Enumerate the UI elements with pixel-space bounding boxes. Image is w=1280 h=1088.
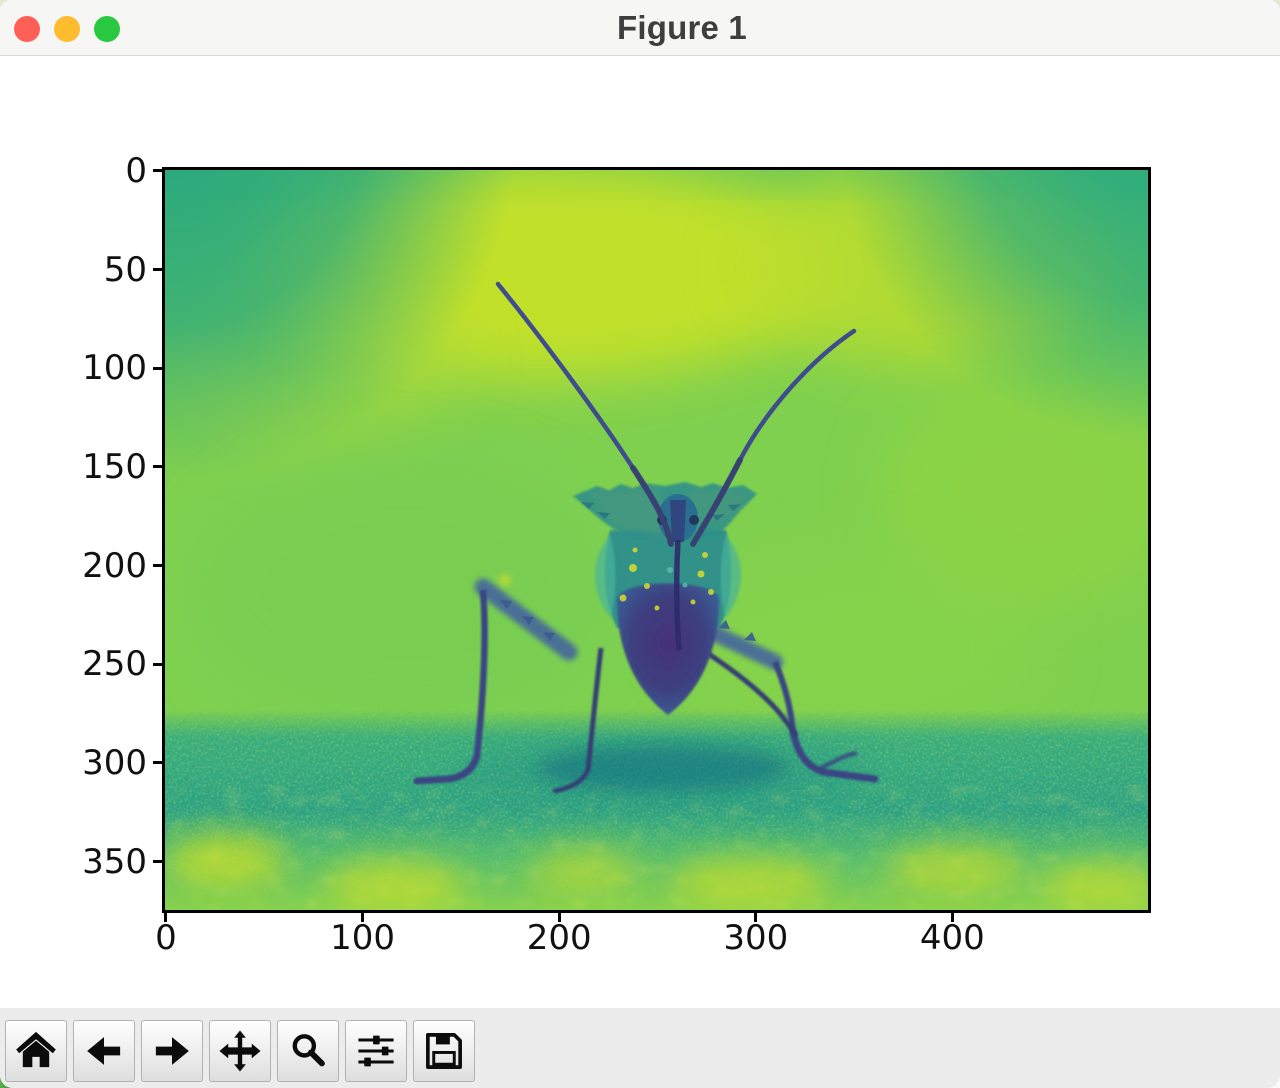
configure-subplots-button[interactable] — [345, 1020, 407, 1082]
figure-window: Figure 1 0 100 200 300 400 0 50 100 150 … — [0, 0, 1280, 1088]
y-tick-mark — [153, 169, 162, 173]
navigation-toolbar: x=349.4 y=174.9 [0.604] — [0, 1008, 1280, 1088]
y-tick-label: 50 — [103, 249, 147, 290]
y-tick-mark — [153, 860, 162, 864]
y-tick-label: 100 — [82, 348, 147, 389]
y-tick-mark — [153, 268, 162, 272]
window-title: Figure 1 — [617, 9, 747, 46]
back-button[interactable] — [73, 1020, 135, 1082]
pan-button[interactable] — [209, 1020, 271, 1082]
back-arrow-icon — [87, 1037, 121, 1065]
y-tick-mark — [153, 761, 162, 765]
home-button[interactable] — [5, 1020, 67, 1082]
x-tick-label: 300 — [723, 918, 789, 958]
y-tick-mark — [153, 662, 162, 666]
x-tick-label: 200 — [526, 918, 592, 958]
y-tick-label: 0 — [125, 150, 147, 191]
home-icon — [16, 1031, 56, 1068]
floppy-save-icon — [426, 1033, 462, 1069]
image-plot-axes[interactable] — [162, 167, 1151, 913]
y-tick-label: 150 — [82, 446, 147, 487]
x-tick-label: 100 — [330, 918, 396, 958]
save-button[interactable] — [413, 1020, 475, 1082]
y-tick-mark — [153, 564, 162, 568]
y-tick-label: 250 — [82, 644, 147, 685]
magnifier-icon — [292, 1034, 325, 1067]
viridis-image — [165, 170, 1148, 910]
titlebar[interactable]: Figure 1 — [0, 0, 1280, 56]
y-tick-label: 350 — [82, 841, 147, 882]
pan-arrows-icon — [219, 1030, 261, 1072]
y-tick-mark — [153, 366, 162, 370]
y-tick-label: 300 — [82, 742, 147, 783]
x-tick-label: 0 — [155, 918, 177, 958]
zoom-button[interactable] — [277, 1020, 339, 1082]
y-tick-mark — [153, 465, 162, 469]
y-tick-label: 200 — [82, 545, 147, 586]
forward-arrow-icon — [155, 1037, 189, 1065]
sliders-icon — [358, 1035, 394, 1067]
x-tick-label: 400 — [919, 918, 985, 958]
forward-button[interactable] — [141, 1020, 203, 1082]
